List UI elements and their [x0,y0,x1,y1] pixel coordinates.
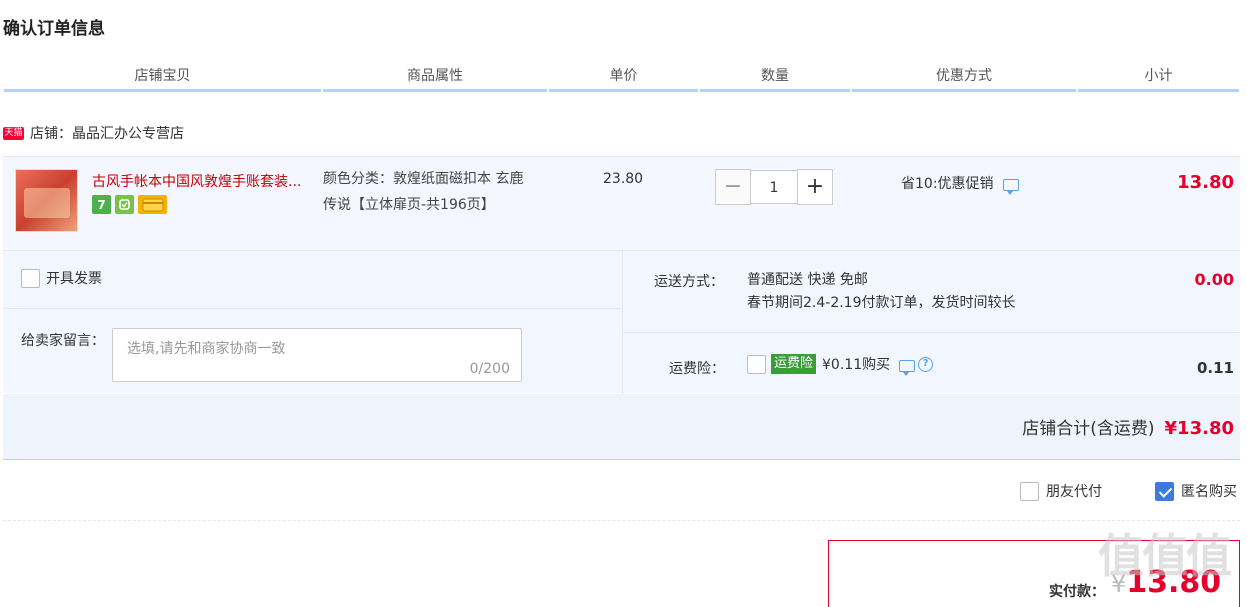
shop-total-bar: 店铺合计(含运费) ¥13.80 [3,394,1240,460]
insurance-cost: 0.11 [1196,359,1234,377]
attr-line-1: 颜色分类：敦煌纸面磁扣本 玄鹿 [323,171,524,187]
order-options: 开具发票 给卖家留言： 选填,请先和商家协商一致 0/200 运送方式： 普通配… [3,250,1240,394]
pay-amount: ¥13.80 [1111,565,1221,600]
anonymous-buy-option[interactable]: 匿名购买 [1155,481,1237,501]
service-icons: 7 [92,195,167,214]
payment-summary: 实付款： ¥13.80 [828,540,1240,607]
shop-total-label: 店铺合计(含运费) [1022,419,1155,439]
shipping-method: 普通配送 快递 免邮 [747,272,868,288]
tmall-icon: 天猫 [3,126,24,140]
page-title: 确认订单信息 [3,19,105,39]
message-label: 给卖家留言： [21,333,105,349]
friend-pay-checkbox[interactable] [1020,481,1039,501]
unit-price: 23.80 [603,171,644,187]
item-subtotal: 13.80 [1177,172,1234,193]
thumbnail-decoration [24,188,70,218]
insurance-label: 运费险： [669,361,725,377]
promotion-info-icon[interactable] [1002,179,1019,195]
pay-amount-value: 13.80 [1126,565,1222,600]
col-header-shop-item: 店铺宝贝 [3,62,322,92]
quantity-stepper: − 1 + [715,169,833,205]
shipping-section: 运送方式： 普通配送 快递 免邮 春节期间2.4-2.19付款订单，发货时间较长… [622,251,1240,333]
guarantee-shape [119,199,130,210]
guarantee-icon[interactable] [115,195,134,214]
shipping-label: 运送方式： [654,274,724,290]
promotion-text: 省10:优惠促销 [901,176,994,192]
shipping-details: 普通配送 快递 免邮 春节期间2.4-2.19付款订单，发货时间较长 [747,269,1016,315]
pay-label: 实付款： [1049,584,1105,600]
shipping-notice: 春节期间2.4-2.19付款订单，发货时间较长 [747,295,1016,311]
col-header-discount: 优惠方式 [851,62,1077,92]
invoice-checkbox[interactable] [21,268,40,288]
shop-total: 店铺合计(含运费) ¥13.80 [1022,414,1234,439]
col-header-attributes: 商品属性 [322,62,548,92]
insurance-option: 运费险 ¥0.11购买 ? [747,354,934,376]
shipping-cost: 0.00 [1194,270,1234,289]
table-header: 店铺宝贝 商品属性 单价 数量 优惠方式 小计 [3,62,1240,92]
message-section: 给卖家留言： 选填,请先和商家协商一致 0/200 [3,310,621,394]
message-placeholder: 选填,请先和商家协商一致 [127,341,286,357]
shop-name[interactable]: 店铺：晶品汇办公专营店 [30,123,184,143]
help-icon[interactable]: ? [918,356,934,372]
friend-pay-option[interactable]: 朋友代付 [1020,481,1102,501]
anonymous-buy-checkbox[interactable] [1155,481,1174,501]
message-char-count: 0/200 [469,361,510,377]
promotion: 省10:优惠促销 [901,173,1019,195]
col-header-quantity: 数量 [699,62,851,92]
product-title-link[interactable]: 古风手帐本中国风敦煌手账套装... [92,171,301,191]
insurance-checkbox[interactable] [747,354,766,374]
pay-currency: ¥ [1111,570,1127,598]
insurance-chat-icon[interactable] [899,360,916,376]
credit-card-shape [142,198,163,211]
invoice-section: 开具发票 [3,251,621,309]
product-attributes: 颜色分类：敦煌纸面磁扣本 玄鹿 传说【立体扉页-共196页】 [323,166,553,218]
friend-pay-label: 朋友代付 [1046,484,1102,500]
extra-options: 朋友代付 匿名购买 [3,461,1240,521]
insurance-tag: 运费险 [771,354,817,374]
insurance-section: 运费险： 运费险 ¥0.11购买 ? 0.11 [622,334,1240,394]
invoice-option[interactable]: 开具发票 [21,268,102,288]
quantity-input[interactable]: 1 [751,170,797,204]
shop-total-value: ¥13.80 [1164,418,1234,439]
attr-line-2: 传说【立体扉页-共196页】 [323,197,495,213]
seven-day-return-icon[interactable]: 7 [92,195,111,214]
product-thumbnail[interactable] [15,169,78,232]
col-header-unit-price: 单价 [548,62,699,92]
shop-line: 天猫 店铺：晶品汇办公专营店 [3,124,184,142]
anonymous-buy-label: 匿名购买 [1181,484,1237,500]
seller-message-input[interactable]: 选填,请先和商家协商一致 0/200 [112,328,522,382]
invoice-label: 开具发票 [46,271,102,287]
quantity-minus-button[interactable]: − [715,169,751,205]
insurance-price: ¥0.11购买 [822,357,891,373]
col-header-subtotal: 小计 [1077,62,1240,92]
order-item-row: 古风手帐本中国风敦煌手账套装... 7 颜色分类：敦煌纸面磁扣本 玄鹿 传说【立… [3,156,1240,249]
credit-card-icon[interactable] [138,195,167,214]
quantity-plus-button[interactable]: + [797,169,833,205]
